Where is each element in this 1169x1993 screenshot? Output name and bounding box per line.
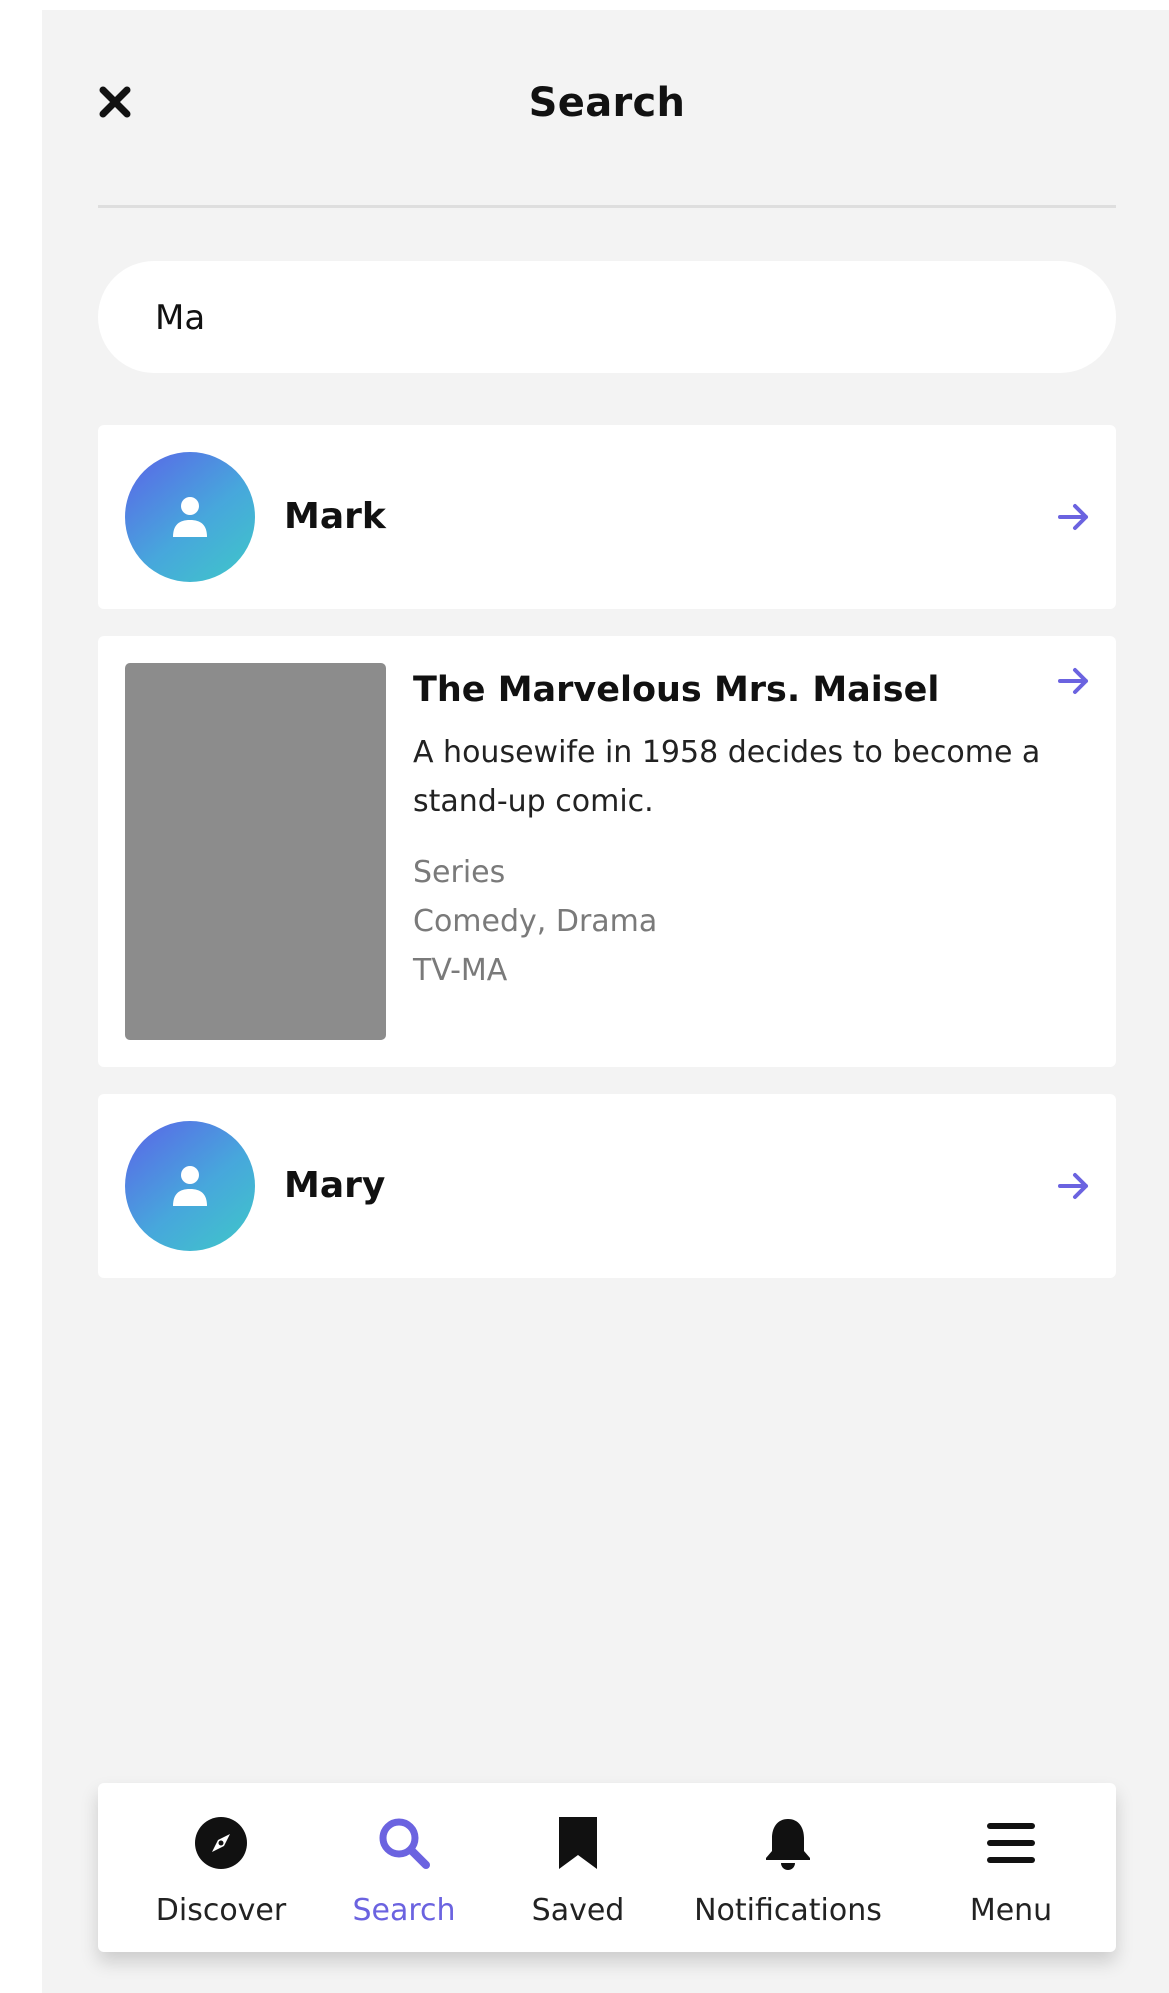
tab-label: Menu xyxy=(969,1893,1053,1928)
result-person-mark[interactable]: Mark xyxy=(98,425,1116,609)
show-meta: Series Comedy, Drama TV-MA xyxy=(413,848,1053,995)
arrow-right-icon[interactable] xyxy=(1056,1168,1092,1204)
result-show[interactable]: The Marvelous Mrs. Maisel A housewife in… xyxy=(98,636,1116,1067)
result-person-mary[interactable]: Mary xyxy=(98,1094,1116,1278)
person-name: Mary xyxy=(284,1165,386,1206)
compass-icon xyxy=(191,1813,251,1873)
header: Search xyxy=(98,10,1116,208)
arrow-right-icon[interactable] xyxy=(1056,663,1092,699)
tab-notifications[interactable]: Notifications xyxy=(676,1783,900,1952)
user-icon xyxy=(173,497,207,537)
tab-search[interactable]: Search xyxy=(342,1783,466,1952)
show-description: A housewife in 1958 decides to become a … xyxy=(413,735,1041,819)
search-screen: Search Mark The Marvelous Mrs. Maisel A … xyxy=(42,10,1169,1993)
tab-label: Search xyxy=(352,1893,456,1928)
user-icon xyxy=(173,1166,207,1206)
avatar xyxy=(125,452,255,582)
search-input[interactable] xyxy=(153,261,1065,375)
tab-discover[interactable]: Discover xyxy=(138,1783,304,1952)
show-genres: Comedy, Drama xyxy=(413,904,658,939)
tab-label: Saved xyxy=(531,1893,625,1928)
person-name: Mark xyxy=(284,496,386,537)
tab-label: Notifications xyxy=(694,1893,882,1928)
tab-menu[interactable]: Menu xyxy=(948,1783,1074,1952)
search-icon xyxy=(374,1813,434,1873)
tab-saved[interactable]: Saved xyxy=(518,1783,638,1952)
menu-icon xyxy=(981,1813,1041,1873)
arrow-right-icon[interactable] xyxy=(1056,499,1092,535)
search-results: Mark The Marvelous Mrs. Maisel A housewi… xyxy=(98,425,1116,1305)
bell-icon xyxy=(758,1813,818,1873)
bookmark-icon xyxy=(548,1813,608,1873)
page-title: Search xyxy=(528,80,686,126)
bottom-tab-bar: Discover Search Saved Notifications Menu xyxy=(98,1783,1116,1952)
avatar xyxy=(125,1121,255,1251)
show-category: Series xyxy=(413,855,506,890)
show-poster xyxy=(125,663,386,1040)
show-title: The Marvelous Mrs. Maisel xyxy=(413,670,940,710)
search-field[interactable] xyxy=(98,261,1116,375)
tab-label: Discover xyxy=(155,1893,287,1928)
show-rating: TV-MA xyxy=(413,953,508,988)
show-info: The Marvelous Mrs. Maisel A housewife in… xyxy=(413,666,1053,995)
